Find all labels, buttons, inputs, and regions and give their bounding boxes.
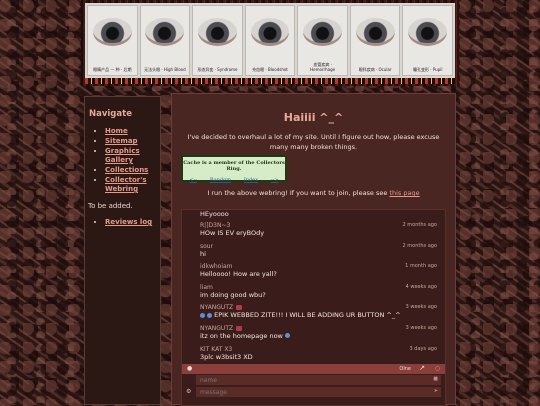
eye-caption: 形态异变 · Syndrome (197, 67, 238, 72)
webring-random-link[interactable]: Random (210, 177, 231, 183)
eye-photo: 眼睛产品 — 种 · 后期 (87, 5, 138, 76)
nav-link-sitemap[interactable]: Sitemap (105, 137, 138, 145)
list-item: NYANGUTZ 3 weeks ago EPIK WEBBED ZITE!!!… (182, 304, 445, 325)
message-text: HEyoooo (200, 210, 229, 218)
eye-photo: 充血眼 · Bloodshot (244, 5, 296, 76)
chat-box: HEyoooo R|]D3N~3 2 months ago HOw IS EV … (181, 209, 446, 406)
online-status: Olne (399, 366, 411, 372)
todo-list: Reviews log (85, 218, 160, 227)
message-time: 2 months ago (402, 242, 438, 249)
eye-caption: 无法头眼 · High Blood (144, 67, 186, 72)
eye-caption: 眼科疾病 · Ocular (358, 67, 392, 72)
message-time: 4 weeks ago (405, 283, 437, 290)
message-text: HOw IS EV eryBOdy (200, 229, 265, 237)
sidebar-nav: Navigate Home Sitemap Graphics Gallery C… (84, 96, 161, 405)
message-author: R|]D3N~3 (200, 222, 231, 229)
page-title: Haiiii ^_^ (283, 111, 344, 124)
eye-chart-image: 眼睛产品 — 种 · 后期 无法头眼 · High Blood 形态异变 · S… (85, 3, 455, 78)
eye-photo: 眼科疾病 · Ocular (349, 5, 401, 76)
name-row: ■ (182, 375, 445, 386)
webring-title: Cache is a member of the Collectors Ring… (183, 160, 285, 172)
send-icon[interactable]: ➤ (434, 388, 438, 394)
message-text: itz on the homepage now (200, 331, 283, 340)
gear-icon[interactable]: ⚙ (186, 388, 191, 395)
header-banner: 眼睛产品 — 种 · 后期 无法头眼 · High Blood 形态异变 · S… (81, 0, 459, 86)
webring-index-link[interactable]: Index (244, 177, 258, 183)
user-field-icon: ■ (433, 376, 438, 382)
badge-icon (236, 325, 243, 331)
eye-photo: 无法头眼 · High Blood (139, 5, 191, 76)
emoji-icon (284, 333, 290, 339)
nav-link-graphics-gallery[interactable]: Graphics Gallery (105, 147, 140, 164)
eye-photo: 形态异变 · Syndrome (192, 5, 243, 76)
list-item: NYANGUTZ 3 weeks ago itz on the homepage… (182, 325, 445, 346)
message-input[interactable] (196, 387, 441, 397)
nav-list: Home Sitemap Graphics Gallery Collection… (85, 127, 160, 194)
webring-note: I run the above webring! If you want to … (172, 189, 455, 197)
message-time: 1 month ago (405, 263, 437, 270)
webring-widget: Cache is a member of the Collectors Ring… (181, 155, 287, 183)
message-text: im doing good wbu? (200, 290, 266, 299)
list-item: HEyoooo (182, 210, 445, 222)
message-author: NYANGUTZ (200, 304, 234, 312)
eye-caption: 瞳孔变形 · Pupil (413, 67, 443, 72)
eye-photo: 瞳孔变形 · Pupil (402, 5, 454, 76)
message-author: liam (200, 283, 213, 291)
decorative-strip (85, 78, 455, 84)
eye-caption: 眼睛产品 — 种 · 后期 (93, 67, 132, 72)
message-author: sour (200, 242, 214, 250)
message-row: ⚙ ➤ (182, 387, 445, 398)
message-author: idkwhoiam (200, 263, 233, 271)
eye-caption: 充血眼 · Bloodshot (252, 67, 288, 72)
eye-photo: 血管疾病 · Hemorrhage (297, 5, 348, 76)
message-text: hi (200, 249, 206, 258)
message-time: 3 weeks ago (405, 324, 437, 331)
webring-prev-link[interactable]: <-- (189, 177, 197, 183)
external-link-icon[interactable]: ↗ (419, 364, 425, 372)
message-author: NYANGUTZ (200, 324, 234, 332)
message-list[interactable]: HEyoooo R|]D3N~3 2 months ago HOw IS EV … (182, 210, 445, 363)
webring-note-text: I run the above webring! If you want to … (207, 189, 390, 197)
emoji-icon (200, 312, 205, 318)
list-item: idkwhoiam 1 month ago Helloooo! How are … (182, 263, 445, 284)
eye-caption: 血管疾病 · Hemorrhage (310, 62, 336, 72)
list-item: R|]D3N~3 2 months ago HOw IS EV eryBOdy (182, 222, 445, 243)
sidebar-title: Navigate (89, 109, 132, 119)
nav-link-reviews-log[interactable]: Reviews log (105, 218, 152, 226)
main-content: Haiiii ^_^ I've decided to overhaul a lo… (171, 93, 456, 406)
badge-icon (236, 305, 243, 311)
list-item: liam 4 weeks ago im doing good wbu? (182, 284, 445, 305)
webring-next-link[interactable]: --> (271, 177, 279, 183)
list-item: sour 2 months ago hi (182, 243, 445, 264)
settings-icon[interactable]: ○ (435, 365, 440, 372)
message-text: 3plc w3bsit3 XD (200, 352, 253, 361)
nav-link-home[interactable]: Home (105, 127, 128, 135)
to-be-added-label: To be added. (88, 202, 133, 210)
intro-text: I've decided to overhaul a lot of my sit… (187, 133, 440, 151)
nav-link-collections[interactable]: Collections (105, 166, 148, 174)
message-time: 2 months ago (402, 222, 438, 228)
name-input[interactable] (196, 375, 441, 385)
message-text: Helloooo! How are yall? (200, 270, 277, 279)
emoji-icon (207, 312, 213, 318)
list-item: KIT KAT X3 3 days ago 3plc w3bsit3 XD (182, 346, 445, 363)
message-time: 3 weeks ago (405, 304, 437, 311)
user-icon: ● (187, 365, 193, 372)
nav-link-collectors-webring[interactable]: Collector's Webring (105, 176, 147, 193)
message-author: KIT KAT X3 (200, 345, 233, 353)
join-page-link[interactable]: this page (389, 189, 419, 197)
message-time: 3 days ago (409, 345, 437, 352)
message-text: EPIK WEBBED ZITE!!! I WILL BE ADDING UR … (214, 311, 401, 320)
chat-status-bar: ● Olne ↗ ○ (182, 364, 445, 374)
